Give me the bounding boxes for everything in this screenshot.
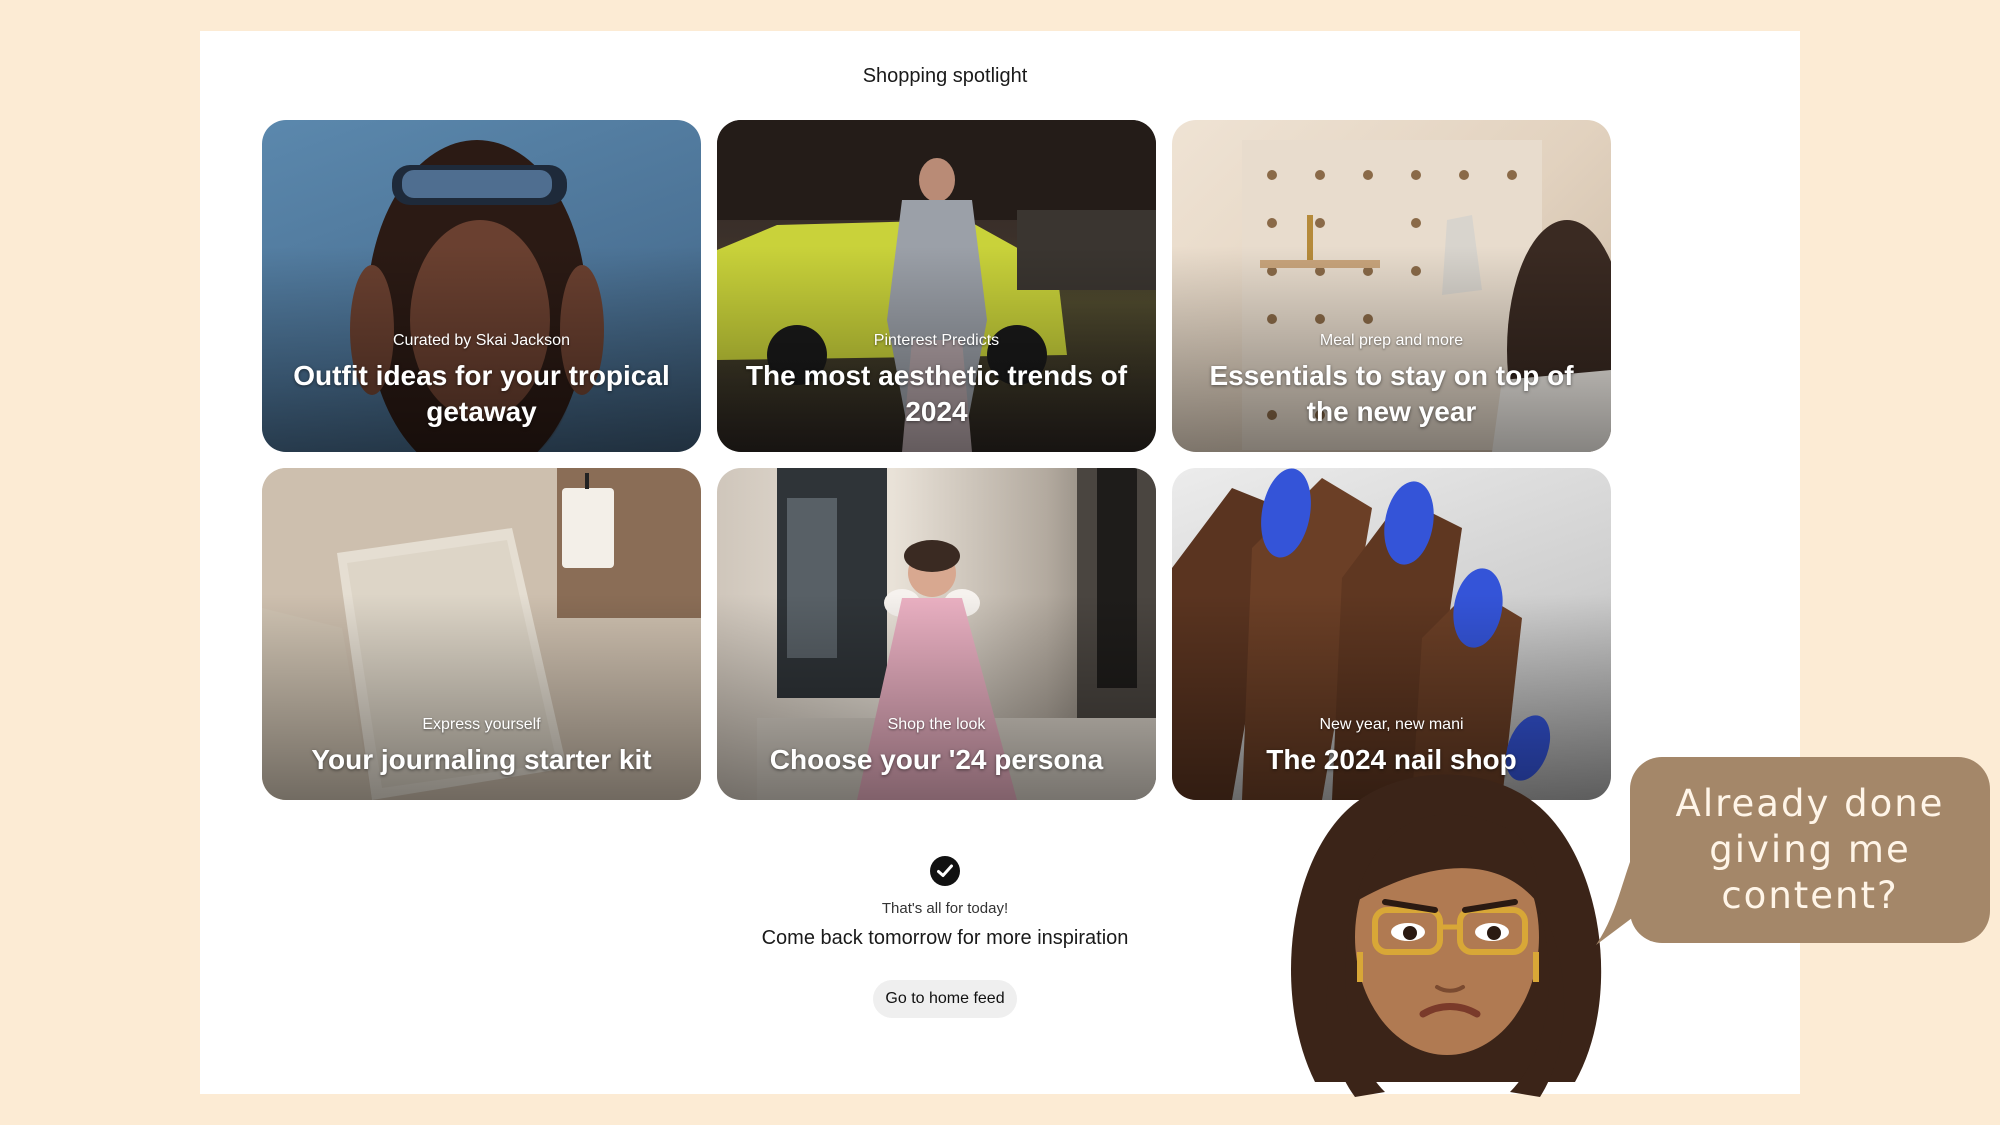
card-subtitle: New year, new mani bbox=[1319, 716, 1464, 733]
card-caption: Shop the look Choose your '24 persona bbox=[737, 716, 1136, 778]
card-journaling-kit[interactable]: Express yourself Your journaling starter… bbox=[262, 468, 701, 800]
card-caption: Express yourself Your journaling starter… bbox=[282, 716, 681, 778]
card-caption: Meal prep and more Essentials to stay on… bbox=[1192, 332, 1591, 430]
checkmark-circle-icon bbox=[930, 856, 960, 886]
card-tropical-getaway[interactable]: Curated by Skai Jackson Outfit ideas for… bbox=[262, 120, 701, 452]
card-caption: Pinterest Predicts The most aesthetic tr… bbox=[737, 332, 1136, 430]
card-grid: Curated by Skai Jackson Outfit ideas for… bbox=[262, 120, 1614, 800]
card-nail-shop[interactable]: New year, new mani The 2024 nail shop bbox=[1172, 468, 1611, 800]
card-heading: Choose your '24 persona bbox=[769, 744, 1104, 775]
bitmoji-avatar bbox=[1291, 774, 1602, 1097]
go-to-home-feed-button[interactable]: Go to home feed bbox=[873, 980, 1017, 1018]
card-heading: Essentials to stay on top of the new yea… bbox=[1209, 360, 1574, 427]
card-subtitle: Meal prep and more bbox=[1319, 332, 1464, 349]
card-heading: Outfit ideas for your tropical getaway bbox=[293, 360, 670, 427]
card-aesthetic-trends[interactable]: Pinterest Predicts The most aesthetic tr… bbox=[717, 120, 1156, 452]
card-caption: Curated by Skai Jackson Outfit ideas for… bbox=[282, 332, 681, 430]
card-heading: Your journaling starter kit bbox=[311, 744, 652, 775]
card-subtitle: Pinterest Predicts bbox=[873, 332, 1000, 349]
card-subtitle: Shop the look bbox=[887, 716, 986, 733]
card-subtitle: Curated by Skai Jackson bbox=[393, 332, 570, 349]
card-subtitle: Express yourself bbox=[422, 716, 541, 733]
page-title: Shopping spotlight bbox=[862, 65, 1028, 87]
card-24-persona[interactable]: Shop the look Choose your '24 persona bbox=[717, 468, 1156, 800]
speech-bubble: Already done giving me content? bbox=[1630, 757, 1990, 943]
card-new-year-essentials[interactable]: Meal prep and more Essentials to stay on… bbox=[1172, 120, 1611, 452]
card-heading: The most aesthetic trends of 2024 bbox=[745, 360, 1128, 427]
